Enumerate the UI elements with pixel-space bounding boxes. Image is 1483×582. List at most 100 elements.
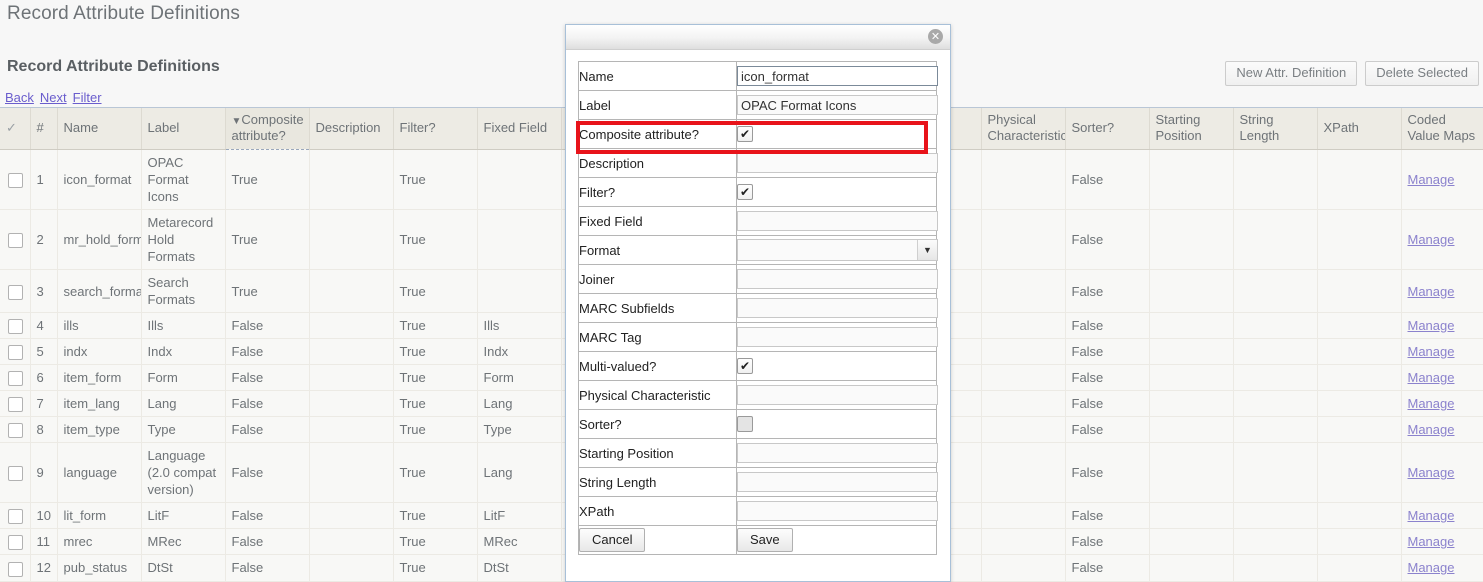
back-link[interactable]: Back: [5, 90, 34, 105]
field-value[interactable]: ✔: [737, 178, 937, 207]
column-header-physical-characteristic[interactable]: Physical Characteristic: [981, 108, 1065, 150]
close-icon[interactable]: ✕: [928, 29, 943, 44]
row-checkbox-cell[interactable]: [0, 529, 30, 555]
field-value[interactable]: [737, 410, 937, 439]
manage-link[interactable]: Manage: [1408, 172, 1455, 187]
cell-coded-value-maps[interactable]: Manage: [1401, 313, 1483, 339]
row-checkbox-cell[interactable]: [0, 443, 30, 503]
xpath-input[interactable]: [737, 501, 938, 521]
manage-link[interactable]: Manage: [1408, 284, 1455, 299]
cell-coded-value-maps[interactable]: Manage: [1401, 443, 1483, 503]
column-header-rownum[interactable]: #: [30, 108, 57, 150]
row-checkbox-cell[interactable]: [0, 391, 30, 417]
manage-link[interactable]: Manage: [1408, 560, 1455, 575]
row-checkbox-cell[interactable]: [0, 270, 30, 313]
cell-coded-value-maps[interactable]: Manage: [1401, 339, 1483, 365]
manage-link[interactable]: Manage: [1408, 370, 1455, 385]
marc-tag-input[interactable]: [737, 327, 938, 347]
row-checkbox[interactable]: [8, 466, 23, 481]
next-link[interactable]: Next: [40, 90, 67, 105]
fixed-field-input[interactable]: [737, 211, 938, 231]
cancel-button[interactable]: Cancel: [579, 528, 645, 552]
field-value[interactable]: ▼: [737, 236, 937, 265]
column-header-starting-position[interactable]: Starting Position: [1149, 108, 1233, 150]
column-header-xpath[interactable]: XPath: [1317, 108, 1401, 150]
column-header-name[interactable]: Name: [57, 108, 141, 150]
column-header-description[interactable]: Description: [309, 108, 393, 150]
chevron-down-icon[interactable]: ▼: [917, 240, 937, 260]
multi-valued-checkbox[interactable]: ✔: [737, 358, 753, 374]
label-input[interactable]: [737, 95, 938, 115]
field-value[interactable]: [737, 381, 937, 410]
field-value[interactable]: ✔: [737, 120, 937, 149]
save-button[interactable]: Save: [737, 528, 793, 552]
row-checkbox-cell[interactable]: [0, 417, 30, 443]
cell-coded-value-maps[interactable]: Manage: [1401, 555, 1483, 581]
field-value[interactable]: [737, 149, 937, 178]
description-input[interactable]: [737, 153, 938, 173]
row-checkbox[interactable]: [8, 562, 23, 577]
cell-coded-value-maps[interactable]: Manage: [1401, 150, 1483, 210]
row-checkbox[interactable]: [8, 397, 23, 412]
name-input[interactable]: [737, 66, 938, 86]
field-value[interactable]: [737, 62, 937, 91]
row-checkbox-cell[interactable]: [0, 503, 30, 529]
field-value[interactable]: [737, 207, 937, 236]
edit-attribute-dialog[interactable]: ✕ NameLabelComposite attribute?✔Descript…: [565, 24, 951, 582]
cell-coded-value-maps[interactable]: Manage: [1401, 210, 1483, 270]
column-header-select-all[interactable]: ✓: [0, 108, 30, 150]
cell-coded-value-maps[interactable]: Manage: [1401, 417, 1483, 443]
column-header-sorter[interactable]: Sorter?: [1065, 108, 1149, 150]
delete-selected-button[interactable]: Delete Selected: [1365, 61, 1479, 86]
manage-link[interactable]: Manage: [1408, 465, 1455, 480]
field-value[interactable]: [737, 497, 937, 526]
column-header-string-length[interactable]: String Length: [1233, 108, 1317, 150]
field-value[interactable]: [737, 323, 937, 352]
manage-link[interactable]: Manage: [1408, 318, 1455, 333]
column-header-composite-attribute[interactable]: ▼Composite attribute?: [225, 108, 309, 150]
save-cell[interactable]: Save: [737, 526, 937, 555]
row-checkbox[interactable]: [8, 423, 23, 438]
row-checkbox-cell[interactable]: [0, 339, 30, 365]
row-checkbox[interactable]: [8, 173, 23, 188]
row-checkbox-cell[interactable]: [0, 313, 30, 339]
row-checkbox[interactable]: [8, 285, 23, 300]
cell-coded-value-maps[interactable]: Manage: [1401, 270, 1483, 313]
sorter-checkbox[interactable]: [737, 416, 753, 432]
marc-subfields-input[interactable]: [737, 298, 938, 318]
manage-link[interactable]: Manage: [1408, 232, 1455, 247]
cell-coded-value-maps[interactable]: Manage: [1401, 365, 1483, 391]
row-checkbox[interactable]: [8, 371, 23, 386]
manage-link[interactable]: Manage: [1408, 534, 1455, 549]
filter-link[interactable]: Filter: [73, 90, 102, 105]
cell-coded-value-maps[interactable]: Manage: [1401, 391, 1483, 417]
cancel-cell[interactable]: Cancel: [579, 526, 737, 555]
manage-link[interactable]: Manage: [1408, 422, 1455, 437]
cell-coded-value-maps[interactable]: Manage: [1401, 529, 1483, 555]
manage-link[interactable]: Manage: [1408, 344, 1455, 359]
field-value[interactable]: ✔: [737, 352, 937, 381]
row-checkbox[interactable]: [8, 345, 23, 360]
row-checkbox[interactable]: [8, 233, 23, 248]
manage-link[interactable]: Manage: [1408, 508, 1455, 523]
composite-attribute-checkbox[interactable]: ✔: [737, 126, 753, 142]
string-length-input[interactable]: [737, 472, 938, 492]
column-header-fixed-field[interactable]: Fixed Field: [477, 108, 561, 150]
row-checkbox-cell[interactable]: [0, 365, 30, 391]
row-checkbox[interactable]: [8, 509, 23, 524]
row-checkbox-cell[interactable]: [0, 210, 30, 270]
cell-coded-value-maps[interactable]: Manage: [1401, 503, 1483, 529]
column-header-filter[interactable]: Filter?: [393, 108, 477, 150]
field-value[interactable]: [737, 265, 937, 294]
joiner-input[interactable]: [737, 269, 938, 289]
filter-checkbox[interactable]: ✔: [737, 184, 753, 200]
row-checkbox-cell[interactable]: [0, 555, 30, 581]
physical-characteristic-input[interactable]: [737, 385, 938, 405]
column-header-coded-value-maps[interactable]: Coded Value Maps: [1401, 108, 1483, 150]
row-checkbox-cell[interactable]: [0, 150, 30, 210]
field-value[interactable]: [737, 439, 937, 468]
row-checkbox[interactable]: [8, 535, 23, 550]
format-select[interactable]: ▼: [737, 239, 938, 261]
field-value[interactable]: [737, 91, 937, 120]
field-value[interactable]: [737, 294, 937, 323]
